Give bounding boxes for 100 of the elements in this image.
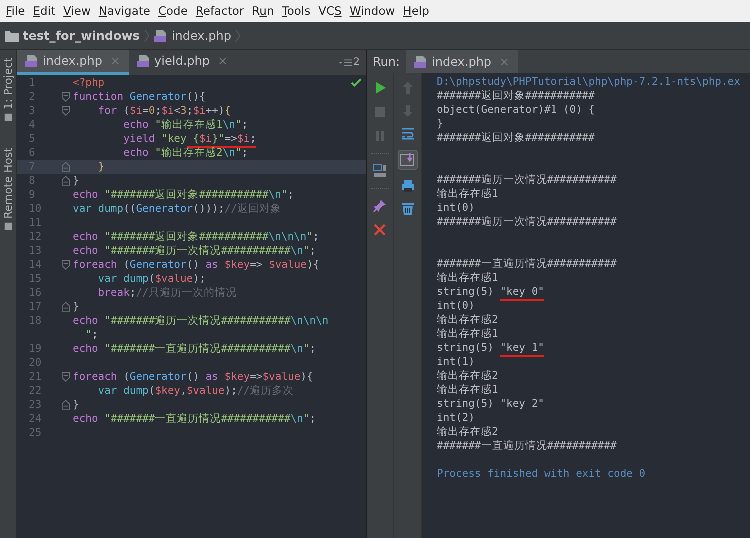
code-line: foreach (Generator() as $key=>$value){ [73, 371, 314, 383]
editor-tab[interactable]: yield.php × [128, 50, 236, 75]
code-line: echo "#######返回对象###########\n"; [73, 188, 294, 202]
fold-icon[interactable] [62, 260, 70, 270]
code-line: var_dump($value); [97, 273, 206, 285]
stop-icon[interactable] [373, 105, 387, 119]
menu-item[interactable]: Edit [30, 4, 59, 18]
line-number: 17 [28, 301, 43, 313]
tool-window-icon [4, 112, 12, 122]
pause-icon[interactable] [373, 129, 387, 143]
fold-icon[interactable] [62, 106, 70, 116]
code-line: } [97, 161, 105, 173]
line-number: 6 [28, 147, 36, 159]
fold-icon[interactable] [62, 92, 70, 102]
code-line: echo "#######遍历一次情况###########\n\n\n [73, 314, 329, 328]
line-number: 13 [28, 245, 43, 257]
line-number: 23 [28, 399, 43, 411]
console-line: 输出存在感1 [437, 327, 498, 341]
line-number: 12 [28, 231, 43, 243]
line-number: 11 [28, 217, 43, 229]
console-line: string(5) "key_2" [437, 398, 544, 410]
menu-item[interactable]: View [60, 4, 94, 18]
console-line: string(5) "key_0" [437, 286, 544, 298]
line-number: 22 [28, 385, 43, 397]
code-line: for ($i=0;$i<3;$i++){ [97, 105, 232, 117]
layout-icon[interactable] [373, 164, 387, 178]
breadcrumb-item[interactable]: index.php [172, 28, 232, 42]
close-icon[interactable] [373, 223, 387, 237]
line-number: 24 [28, 413, 43, 425]
code-line: echo "#######一直遍历情况###########\n"; [73, 342, 316, 356]
console-line: 输出存在感2 [437, 425, 498, 439]
menu-item[interactable]: Refactor [192, 4, 248, 18]
menu-item[interactable]: Code [155, 4, 191, 18]
php-file-icon [136, 54, 151, 68]
line-number: 5 [28, 133, 36, 145]
soft-wrap-icon[interactable] [400, 127, 414, 141]
console-line: 输出存在感1 [437, 187, 498, 201]
menu-item[interactable]: Tools [279, 4, 314, 18]
console-line: } [437, 118, 444, 130]
editor-tab[interactable]: index.php × [17, 50, 129, 75]
tab-list-icon[interactable] [338, 58, 352, 68]
php-file-icon [25, 54, 39, 68]
line-number: 2 [28, 91, 36, 103]
console-line: #######返回对象########### [437, 131, 595, 145]
line-number: 15 [28, 273, 43, 285]
pin-icon[interactable] [373, 199, 387, 213]
console-line: #######遍历一次情况########### [437, 173, 617, 187]
fold-icon[interactable] [62, 162, 70, 172]
code-line: foreach (Generator() as $key=> $value){ [73, 259, 320, 271]
breadcrumb-item[interactable]: test_for_windows [23, 28, 140, 42]
console-line: Process finished with exit code 0 [437, 468, 646, 480]
menu-item[interactable]: Help [400, 4, 432, 18]
run-icon[interactable] [373, 81, 387, 95]
tab-count: 2 [354, 57, 360, 68]
console-line: #######一直遍历情况########### [437, 257, 617, 271]
menu-item[interactable]: Navigate [96, 4, 154, 18]
code-line: <?php [73, 77, 105, 89]
menu-item[interactable]: VCS [316, 4, 345, 18]
console-line: 输出存在感1 [437, 271, 498, 285]
console-line: string(5) "key_1" [437, 342, 544, 354]
fold-icon[interactable] [62, 400, 70, 410]
code-line: echo "#######遍历一次情况###########\n"; [73, 244, 316, 258]
fold-icon[interactable] [62, 302, 70, 312]
check-icon [351, 78, 362, 88]
menu-item[interactable]: Run [249, 4, 278, 18]
print-icon[interactable] [400, 179, 414, 193]
code-line: echo "输出存在感1\n"; [122, 118, 248, 132]
trash-icon[interactable] [400, 202, 414, 216]
console-line: #######遍历一次情况########### [437, 215, 617, 229]
fold-icon[interactable] [62, 176, 70, 186]
php-file-icon [414, 54, 428, 68]
code-line: function Generator(){ [73, 91, 206, 103]
code-line: echo "输出存在感2\n"; [122, 146, 248, 160]
line-number: 21 [28, 371, 43, 383]
console-line: int(1) [437, 356, 475, 368]
line-number: 8 [28, 175, 36, 187]
fold-icon[interactable] [62, 372, 70, 382]
tool-window-tab[interactable]: 1: Project [2, 58, 14, 110]
console-line: 输出存在感2 [437, 369, 498, 383]
line-number: 25 [28, 427, 43, 439]
line-number: 18 [28, 315, 43, 327]
line-number: 20 [28, 357, 43, 369]
tool-window-tab[interactable]: Remote Host [2, 148, 14, 219]
line-number: 3 [28, 105, 36, 117]
scroll-to-end-icon[interactable] [398, 150, 418, 170]
console-line: 输出存在感2 [437, 313, 498, 327]
console-line: int(0) [437, 202, 475, 214]
folder-icon [5, 28, 19, 42]
run-tab[interactable]: index.php × [406, 50, 518, 73]
php-file-icon [154, 28, 168, 42]
console-line: #######一直遍历情况########### [437, 439, 617, 453]
line-number: 9 [28, 189, 36, 201]
console-line: int(0) [437, 300, 475, 312]
code-line: "; [84, 329, 98, 341]
console-line: int(2) [437, 412, 475, 424]
menu-item[interactable]: Window [346, 4, 398, 18]
chevron-icon [144, 28, 150, 42]
code-line: break;//只遍历一次的情况 [97, 286, 237, 300]
console-line: 输出存在感1 [437, 383, 498, 397]
menu-item[interactable]: File [3, 4, 28, 18]
